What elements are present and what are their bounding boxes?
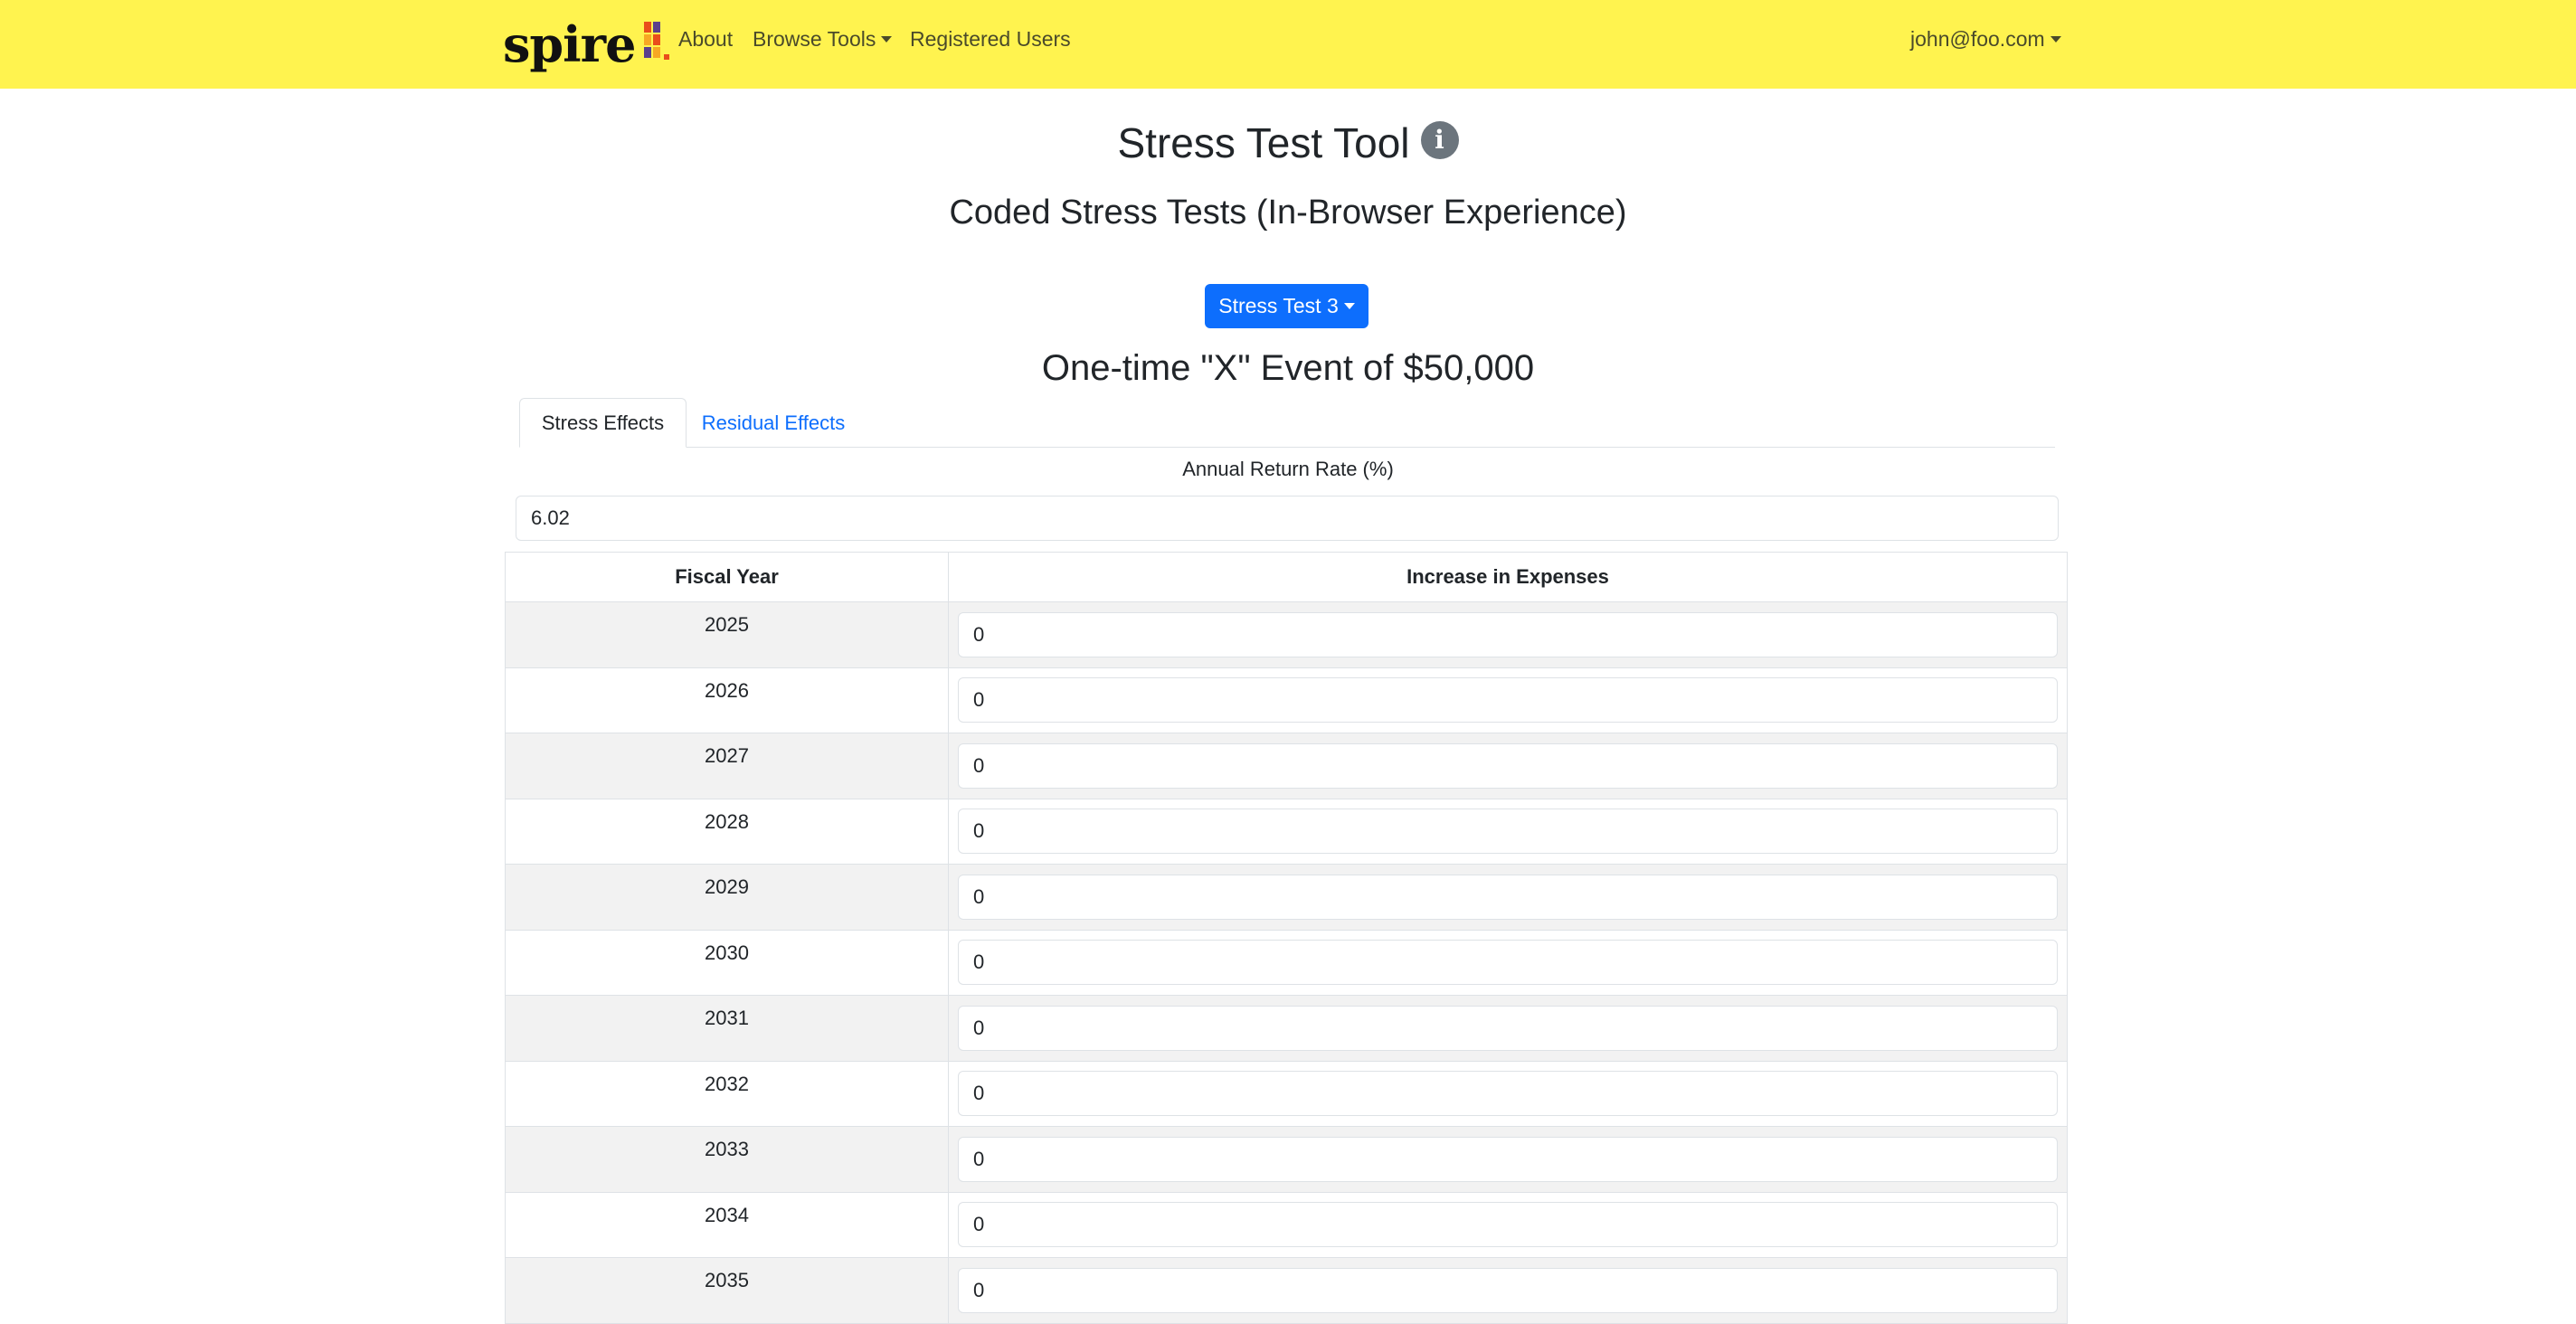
expense-input[interactable] [958, 940, 2058, 986]
user-menu[interactable]: john@foo.com [1910, 27, 2061, 52]
page-subtitle: Coded Stress Tests (In-Browser Experienc… [949, 194, 1627, 232]
tab-bar: Stress Effects Residual Effects [519, 398, 2055, 448]
expense-input[interactable] [958, 1005, 2058, 1051]
nav-about[interactable]: About [678, 27, 733, 52]
fiscal-year-cell: 2026 [505, 667, 949, 733]
column-header-fiscal-year: Fiscal Year [505, 552, 949, 602]
expense-cell [948, 995, 2068, 1062]
expense-cell [948, 929, 2068, 996]
column-header-increase-in-expenses: Increase in Expenses [948, 552, 2068, 602]
brand-link[interactable]: spire [503, 13, 673, 76]
expense-cell [948, 798, 2068, 865]
table-row: 2032 [505, 1060, 2068, 1127]
brand-name: spire [503, 15, 636, 73]
table-row: 2025 [505, 601, 2068, 668]
fiscal-year-cell: 2029 [505, 864, 949, 931]
fiscal-year-cell: 2027 [505, 733, 949, 799]
fiscal-year-cell: 2031 [505, 995, 949, 1062]
page-title-text: Stress Test Tool [1117, 118, 1410, 166]
expense-input[interactable] [958, 809, 2058, 855]
fiscal-year-cell: 2030 [505, 929, 949, 996]
expense-cell [948, 667, 2068, 733]
expense-cell [948, 1060, 2068, 1127]
expense-input[interactable] [958, 611, 2058, 657]
table-row: 2028 [505, 798, 2068, 865]
expenses-table: Fiscal Year Increase in Expenses 2025 20… [505, 552, 2068, 1324]
expense-input[interactable] [958, 677, 2058, 723]
fiscal-year-cell: 2035 [505, 1257, 949, 1324]
expense-input[interactable] [958, 1202, 2058, 1248]
spire-logo-icon [644, 22, 670, 60]
stress-test-dropdown[interactable]: Stress Test 3 [1205, 284, 1368, 328]
tab-residual-effects[interactable]: Residual Effects [687, 398, 860, 448]
expense-input[interactable] [958, 1136, 2058, 1182]
info-icon[interactable]: i [1420, 120, 1459, 159]
user-email: john@foo.com [1910, 27, 2045, 51]
nav-browse-tools[interactable]: Browse Tools [753, 27, 893, 52]
table-row: 2029 [505, 864, 2068, 931]
caret-down-icon [2050, 36, 2061, 43]
fiscal-year-cell: 2034 [505, 1191, 949, 1258]
expense-cell [948, 1126, 2068, 1193]
expense-input[interactable] [958, 1071, 2058, 1117]
annual-return-rate-input[interactable] [516, 496, 2059, 541]
fiscal-year-cell: 2028 [505, 798, 949, 865]
tab-residual-effects-label: Residual Effects [701, 411, 846, 434]
tab-stress-effects-label: Stress Effects [541, 411, 665, 434]
caret-down-icon [1343, 303, 1355, 309]
tab-stress-effects[interactable]: Stress Effects [519, 398, 687, 448]
expense-cell [948, 1257, 2068, 1324]
table-row: 2026 [505, 667, 2068, 733]
expense-cell [948, 1191, 2068, 1258]
expense-cell [948, 733, 2068, 799]
expense-cell [948, 864, 2068, 931]
navbar: spire About Browse Tools Registered User… [0, 0, 2576, 89]
fiscal-year-cell: 2025 [505, 601, 949, 668]
page-title: Stress Test Tool i [0, 112, 2576, 170]
fiscal-year-cell: 2033 [505, 1126, 949, 1193]
table-row: 2034 [505, 1191, 2068, 1258]
nav-registered-users-label: Registered Users [910, 27, 1071, 51]
table-row: 2027 [505, 733, 2068, 799]
expense-input[interactable] [958, 1267, 2058, 1313]
table-header-row: Fiscal Year Increase in Expenses [505, 552, 2068, 602]
stress-test-dropdown-label: Stress Test 3 [1218, 294, 1339, 317]
annual-return-rate-label: Annual Return Rate (%) [1182, 458, 1394, 480]
table-row: 2033 [505, 1126, 2068, 1193]
expense-input[interactable] [958, 874, 2058, 920]
table-row: 2030 [505, 929, 2068, 996]
table-row: 2035 [505, 1257, 2068, 1324]
expense-input[interactable] [958, 742, 2058, 789]
expense-cell [948, 601, 2068, 668]
nav-registered-users[interactable]: Registered Users [910, 27, 1071, 52]
nav-about-label: About [678, 27, 734, 51]
table-row: 2031 [505, 995, 2068, 1062]
nav-browse-tools-label: Browse Tools [753, 27, 876, 51]
event-title: One-time "X" Event of $50,000 [1041, 348, 1535, 388]
caret-down-icon [881, 36, 893, 43]
fiscal-year-cell: 2032 [505, 1060, 949, 1127]
